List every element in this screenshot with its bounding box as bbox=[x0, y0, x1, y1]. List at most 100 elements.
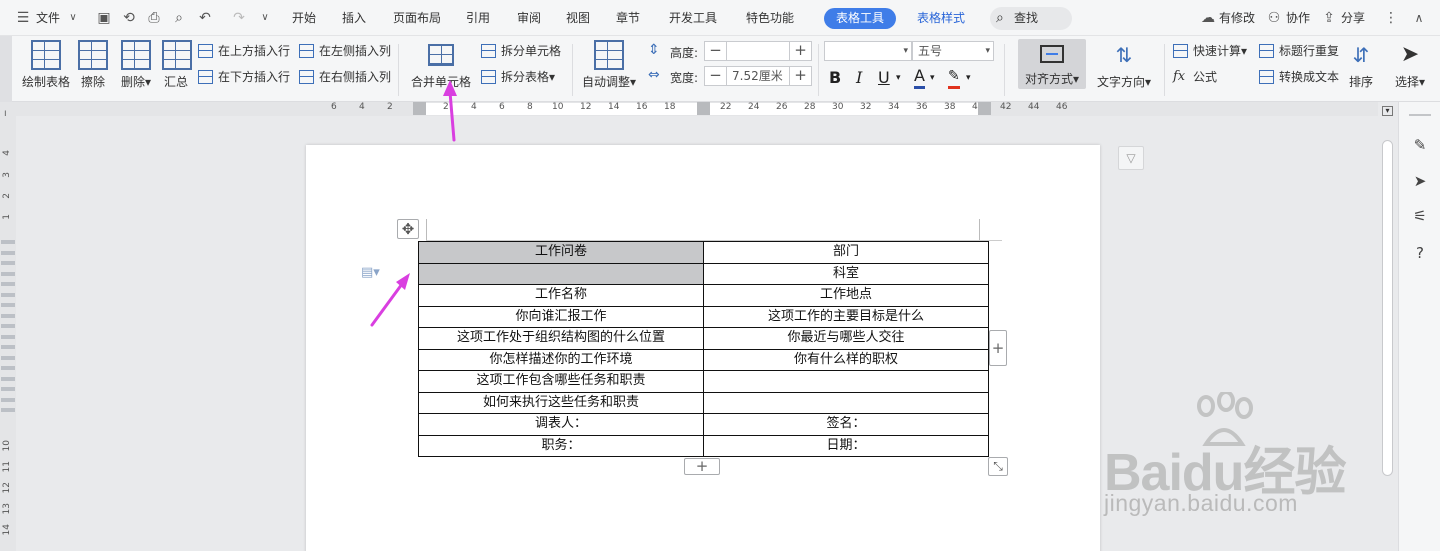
tab-insert[interactable]: 插入 bbox=[342, 0, 366, 36]
horizontal-ruler[interactable]: 6 4 2 2 4 6 8 10 12 14 16 18 22 24 26 28 30 32 34 36 38 4 42 44… bbox=[0, 102, 1378, 116]
table-cell[interactable]: 调表人： bbox=[418, 413, 704, 436]
insert-col-right-button[interactable]: 在右侧插入列 bbox=[299, 67, 391, 87]
menu-icon[interactable]: ☰ bbox=[14, 9, 32, 27]
table-cell[interactable]: 如何来执行这些任务和职责 bbox=[418, 391, 704, 414]
table-cell[interactable]: 你向谁汇报工作 bbox=[418, 305, 704, 328]
table-cell[interactable]: 这项工作处于组织结构图的什么位置 bbox=[418, 327, 704, 350]
table-cell[interactable]: 你怎样描述你的工作环境 bbox=[418, 348, 704, 371]
has-changes-button[interactable]: 有修改 bbox=[1219, 0, 1255, 36]
text-direction-button[interactable]: ⇅ 文字方向▾ bbox=[1094, 40, 1154, 90]
edit-icon[interactable]: ✎ bbox=[1409, 134, 1431, 156]
tab-table-style[interactable]: 表格样式 bbox=[917, 0, 965, 36]
height-decrease-button[interactable]: − bbox=[705, 42, 727, 60]
ruler-right-margin-marker[interactable] bbox=[978, 102, 991, 115]
table-cell[interactable]: 这项工作包含哪些任务和职责 bbox=[418, 370, 704, 393]
table-cell[interactable]: 签名： bbox=[703, 413, 989, 436]
tab-references[interactable]: 引用 bbox=[466, 0, 490, 36]
print-preview-icon[interactable]: ⌕ bbox=[170, 9, 188, 27]
save-icon[interactable]: ▣ bbox=[95, 9, 113, 27]
merge-cells-button[interactable]: 合并单元格 bbox=[410, 40, 472, 90]
table-cell[interactable]: 日期： bbox=[703, 434, 989, 457]
chevron-down-icon[interactable]: ▾ bbox=[930, 67, 935, 89]
table-cell[interactable]: 部门 bbox=[703, 241, 989, 264]
insert-row-above-button[interactable]: 在上方插入行 bbox=[198, 41, 290, 61]
width-decrease-button[interactable]: − bbox=[705, 67, 727, 85]
help-icon[interactable]: ? bbox=[1409, 242, 1431, 264]
insert-row-below-button[interactable]: 在下方插入行 bbox=[198, 67, 290, 87]
bold-button[interactable]: B bbox=[829, 67, 841, 89]
font-name-select[interactable]: ▾ bbox=[824, 41, 912, 61]
table-cell[interactable]: 你有什么样的职权 bbox=[703, 348, 989, 371]
share-button[interactable]: 分享 bbox=[1341, 0, 1365, 36]
add-column-button[interactable]: + bbox=[989, 330, 1007, 366]
table-cell[interactable]: 你最近与哪些人交往 bbox=[703, 327, 989, 350]
highlight-icon[interactable]: ✎ bbox=[948, 67, 960, 89]
file-menu[interactable]: 文件 bbox=[36, 0, 60, 36]
document-page[interactable]: ✥ ▤▾ 工作问卷 部门 科室 工作名称 工作地点 你向谁汇报工作 这项工作的主要目标是什么… bbox=[306, 145, 1100, 551]
scrollbar-thumb[interactable] bbox=[1382, 140, 1393, 476]
formula-button[interactable]: fx 公式 bbox=[1173, 67, 1217, 87]
table-cell[interactable] bbox=[703, 391, 989, 414]
tab-special[interactable]: 特色功能 bbox=[746, 0, 794, 36]
ribbon-scroll-left[interactable] bbox=[0, 36, 12, 102]
vertical-ruler[interactable]: 4 3 2 1 10 11 12 13 14 bbox=[0, 116, 16, 551]
print-icon[interactable]: ⎙ bbox=[145, 9, 163, 27]
chevron-down-icon[interactable]: ▾ bbox=[896, 67, 901, 89]
draw-table-button[interactable]: 绘制表格 bbox=[20, 40, 72, 90]
font-size-select[interactable]: 五号 ▾ bbox=[912, 41, 994, 61]
table-move-handle[interactable]: ✥ bbox=[397, 219, 419, 239]
to-text-button[interactable]: 转换成文本 bbox=[1259, 67, 1339, 87]
select-icon[interactable]: ➤ bbox=[1409, 170, 1431, 192]
align-button[interactable]: 对齐方式▾ bbox=[1018, 39, 1086, 89]
delete-button[interactable]: 删除▾ bbox=[116, 40, 156, 90]
table-cell[interactable] bbox=[703, 370, 989, 393]
tab-chapter[interactable]: 章节 bbox=[616, 0, 640, 36]
share-doc-icon[interactable]: ⟲ bbox=[120, 9, 138, 27]
table-cell[interactable]: 工作名称 bbox=[418, 284, 704, 307]
add-row-button[interactable]: + bbox=[684, 458, 720, 475]
settings-sliders-icon[interactable]: ⚟ bbox=[1409, 205, 1431, 227]
height-increase-button[interactable]: + bbox=[789, 42, 811, 60]
redo-icon[interactable]: ↷ bbox=[230, 9, 248, 27]
quick-calc-button[interactable]: 快速计算▾ bbox=[1173, 41, 1247, 61]
table-cell[interactable]: 科室 bbox=[703, 262, 989, 285]
scroll-top-icon[interactable]: ▾ bbox=[1382, 106, 1393, 116]
tab-page-layout[interactable]: 页面布局 bbox=[393, 0, 441, 36]
table-cell[interactable]: 工作地点 bbox=[703, 284, 989, 307]
split-cells-button[interactable]: 拆分单元格 bbox=[481, 41, 561, 61]
table-cell[interactable] bbox=[418, 262, 704, 285]
summary-button[interactable]: 汇总 bbox=[162, 40, 192, 90]
split-table-button[interactable]: 拆分表格▾ bbox=[481, 67, 555, 87]
tab-view[interactable]: 视图 bbox=[566, 0, 590, 36]
select-button[interactable]: ➤ 选择▾ bbox=[1390, 40, 1430, 90]
table-cell[interactable]: 职务： bbox=[418, 434, 704, 457]
table-resize-handle[interactable]: ⤡ bbox=[988, 457, 1008, 476]
chevron-down-icon[interactable]: ∨ bbox=[64, 9, 82, 27]
font-color-button[interactable]: A bbox=[914, 67, 925, 89]
more-icon[interactable]: ⋮ bbox=[1382, 9, 1400, 27]
paragraph-icon[interactable]: ▤▾ bbox=[361, 265, 381, 281]
vertical-scrollbar[interactable]: ▾ bbox=[1378, 102, 1398, 551]
tab-review[interactable]: 审阅 bbox=[517, 0, 541, 36]
insert-col-left-button[interactable]: 在左侧插入列 bbox=[299, 41, 391, 61]
collapse-ribbon-icon[interactable]: ∧ bbox=[1410, 9, 1428, 27]
collaborate-button[interactable]: 协作 bbox=[1286, 0, 1310, 36]
collapse-page-icon[interactable]: ▽ bbox=[1118, 146, 1144, 170]
auto-adjust-button[interactable]: 自动调整▾ bbox=[580, 40, 638, 90]
tab-developer[interactable]: 开发工具 bbox=[669, 0, 717, 36]
italic-button[interactable]: I bbox=[856, 67, 862, 89]
width-field[interactable]: − 7.52厘米 + bbox=[704, 66, 812, 86]
ruler-left-margin-marker[interactable] bbox=[413, 102, 426, 115]
tab-home[interactable]: 开始 bbox=[292, 0, 316, 36]
height-field[interactable]: − + bbox=[704, 41, 812, 61]
repeat-header-button[interactable]: 标题行重复 bbox=[1259, 41, 1339, 61]
underline-button[interactable]: U bbox=[878, 67, 890, 89]
sort-button[interactable]: ⇵ 排序 bbox=[1346, 40, 1376, 90]
undo-icon[interactable]: ↶ bbox=[196, 9, 214, 27]
customize-icon[interactable]: ∨ bbox=[256, 9, 274, 27]
tab-table-tools[interactable]: 表格工具 bbox=[824, 8, 897, 29]
width-increase-button[interactable]: + bbox=[789, 67, 811, 85]
chevron-down-icon[interactable]: ▾ bbox=[966, 67, 971, 89]
search-box[interactable]: ⌕ 查找 bbox=[990, 7, 1072, 30]
table-cell[interactable]: 工作问卷 bbox=[418, 241, 704, 264]
